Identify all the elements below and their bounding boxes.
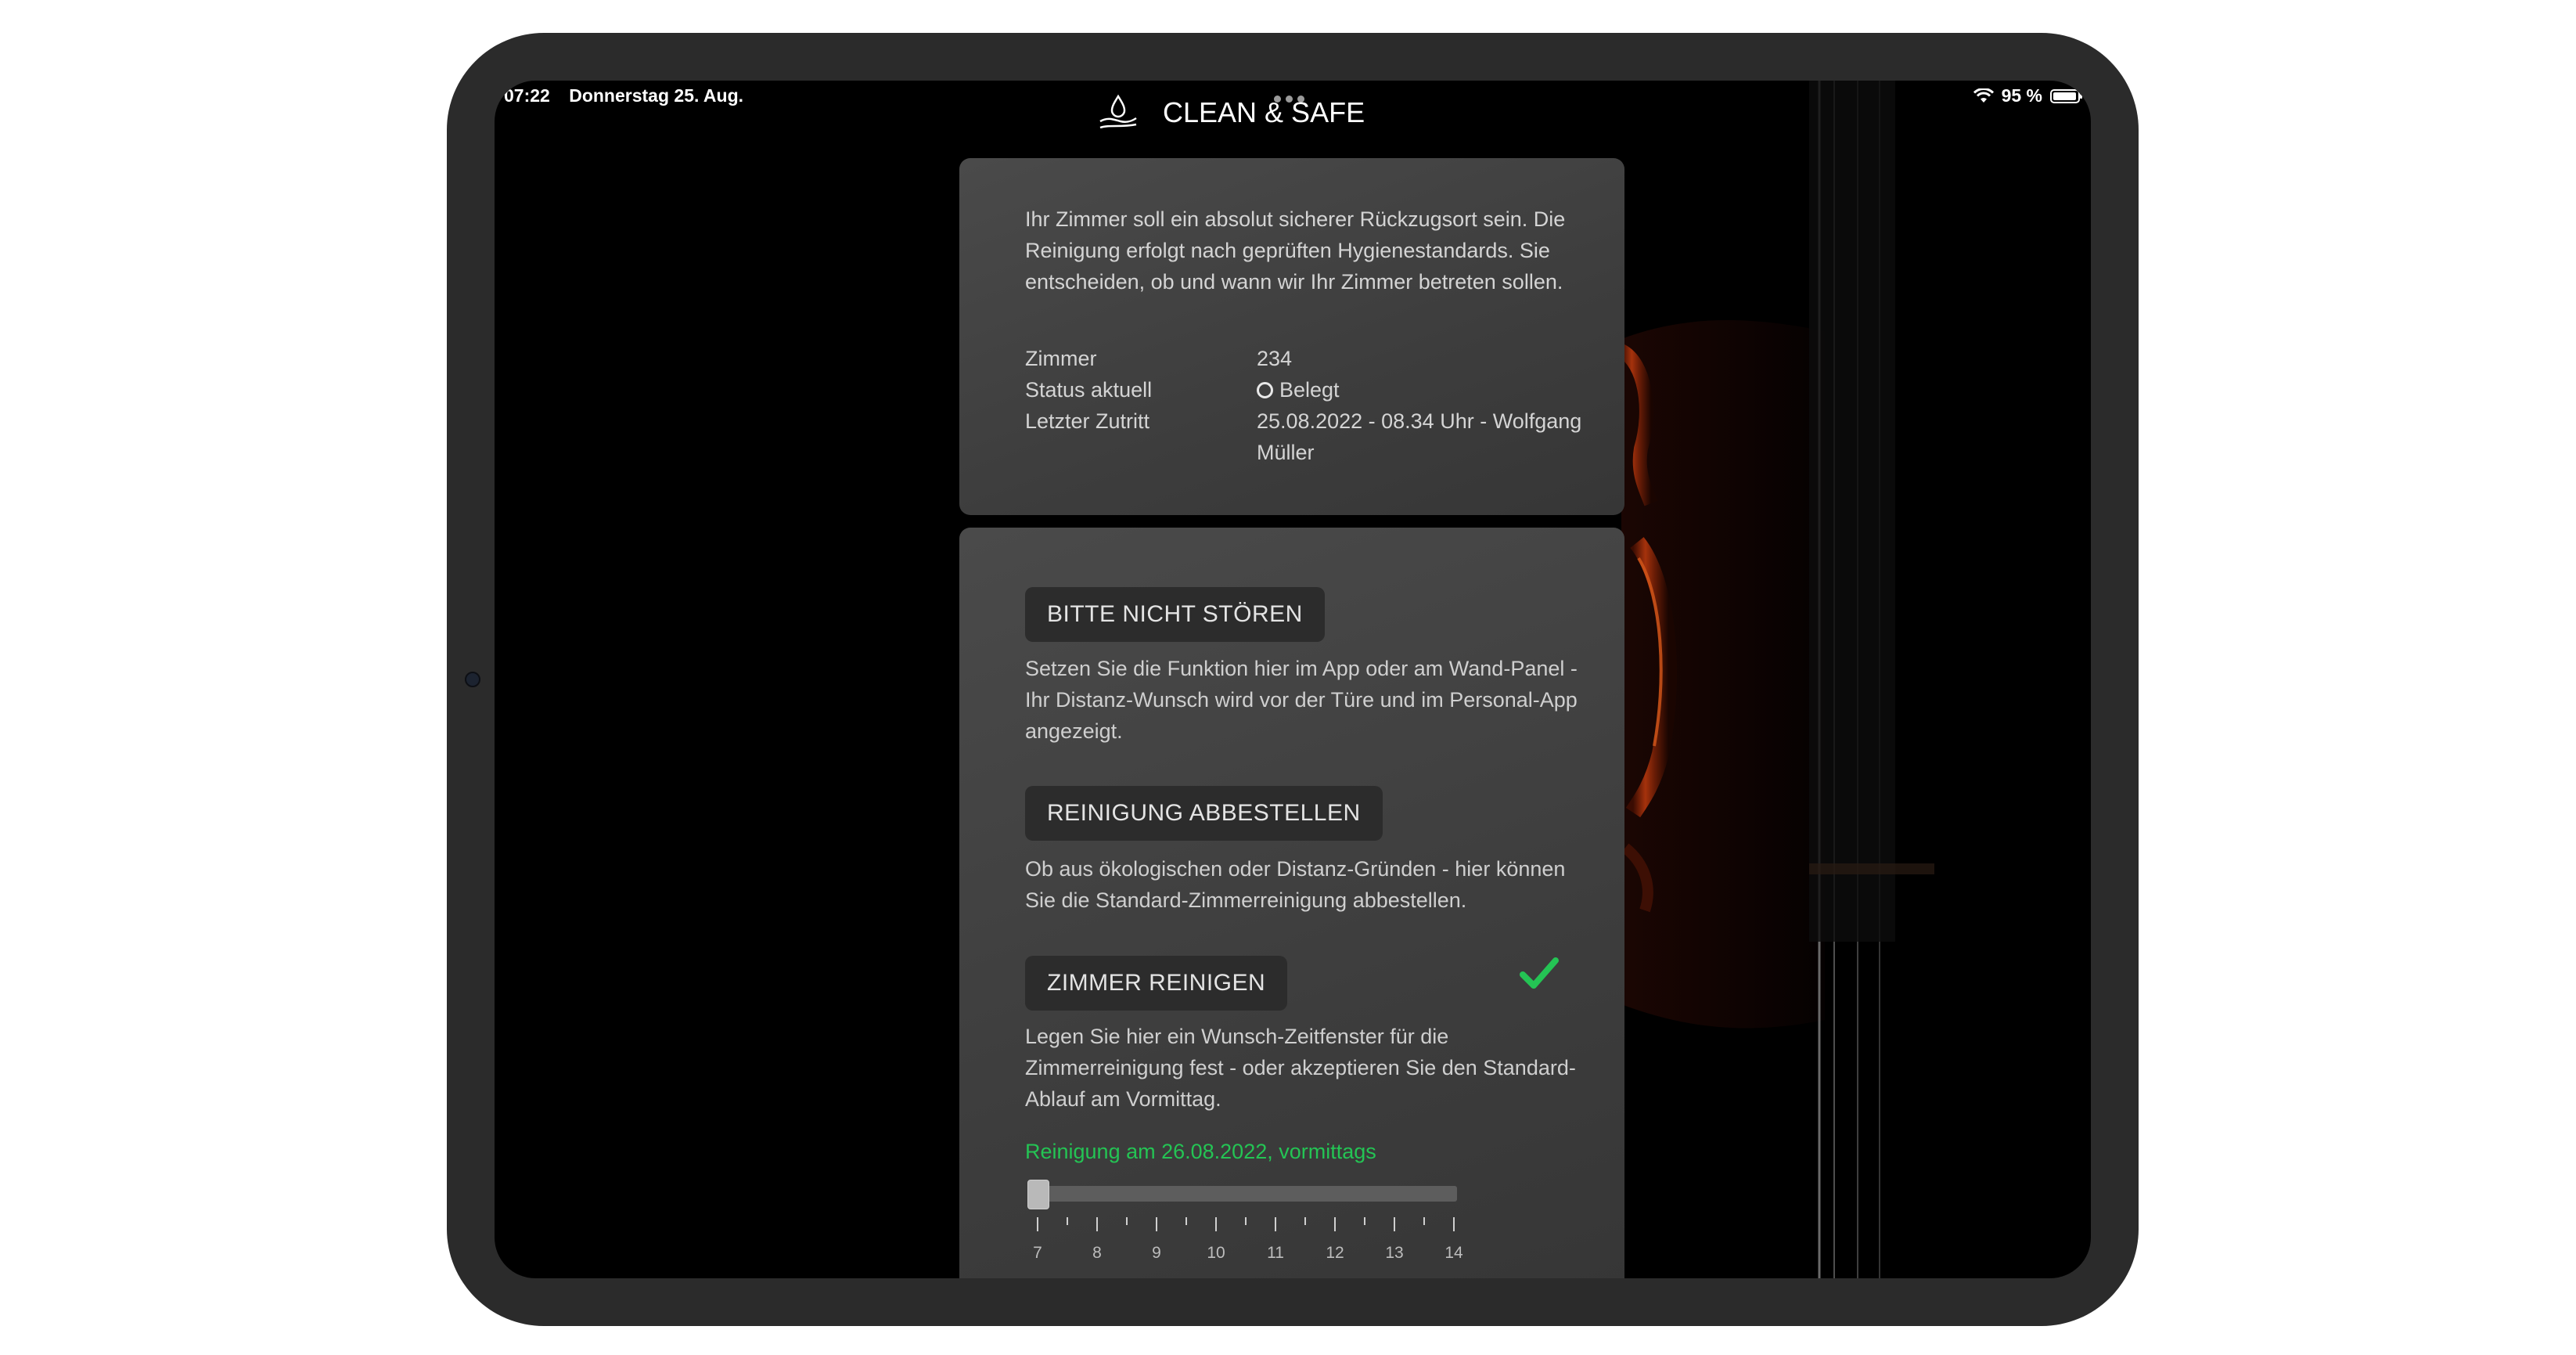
slider-tick-label: 13: [1385, 1244, 1404, 1262]
battery-icon: [2050, 88, 2082, 103]
status-ring-icon: [1257, 382, 1273, 398]
slider-tick-label: 9: [1152, 1244, 1161, 1262]
camera-icon: [465, 672, 480, 687]
battery-percentage: 95 %: [2001, 85, 2042, 106]
slider-tick: [1156, 1217, 1157, 1231]
slider-tick: [1245, 1217, 1247, 1225]
status-date: Donnerstag 25. Aug.: [569, 85, 744, 106]
slider-tick-label: 7: [1033, 1244, 1042, 1262]
last-access-row: Letzter Zutritt 25.08.2022 - 08.34 Uhr -…: [1025, 405, 1601, 468]
slider-tick-label: 12: [1326, 1244, 1344, 1262]
room-row: Zimmer 234: [1025, 343, 1601, 374]
status-label: Status aktuell: [1025, 378, 1153, 402]
app-header: CLEAN & SAFE: [1097, 93, 1365, 132]
slider-tick-label: 8: [1092, 1244, 1102, 1262]
actions-card: BITTE NICHT STÖREN Setzen Sie die Funkti…: [959, 528, 1624, 1278]
do-not-disturb-description: Setzen Sie die Funktion hier im App oder…: [1025, 657, 1578, 743]
status-value: Belegt: [1279, 378, 1340, 402]
cancel-cleaning-button[interactable]: REINIGUNG ABBESTELLEN: [1025, 786, 1383, 841]
slider-tick: [1096, 1217, 1098, 1231]
room-value: 234: [1257, 347, 1293, 370]
status-row: Status aktuell Belegt: [1025, 374, 1601, 405]
do-not-disturb-button[interactable]: BITTE NICHT STÖREN: [1025, 587, 1325, 642]
room-details: Zimmer 234 Status aktuell Belegt Letzter…: [1025, 343, 1601, 468]
slider-tick-label: 14: [1445, 1244, 1463, 1262]
time-slider[interactable]: 7 8 9 10 11 12 13 14: [1025, 1177, 1463, 1262]
cancel-cleaning-description: Ob aus ökologischen oder Distanz-Gründen…: [1025, 857, 1566, 912]
last-access-value: 25.08.2022 - 08.34 Uhr - Wolfgang Müller: [1257, 409, 1582, 464]
status-bar-right: 95 %: [1973, 85, 2082, 106]
cleaning-confirmation: Reinigung am 26.08.2022, vormittags: [1025, 1140, 1376, 1163]
drop-in-hand-icon: [1099, 94, 1137, 129]
slider-tick: [1394, 1217, 1395, 1231]
slider-tick: [1126, 1217, 1128, 1225]
slider-tick: [1453, 1217, 1455, 1231]
slider-tick-label: 11: [1267, 1244, 1284, 1262]
slider-thumb[interactable]: [1027, 1180, 1049, 1209]
room-label: Zimmer: [1025, 347, 1097, 370]
slider-tick: [1185, 1217, 1187, 1225]
slider-tick: [1067, 1217, 1068, 1225]
slider-tick: [1037, 1217, 1038, 1231]
clean-room-button[interactable]: ZIMMER REINIGEN: [1025, 956, 1288, 1011]
clean-room-description: Legen Sie hier ein Wunsch-Zeitfenster fü…: [1025, 1025, 1576, 1111]
checkmark-icon: [1520, 957, 1559, 989]
slider-tick-label: 10: [1207, 1244, 1225, 1262]
slider-tick: [1334, 1217, 1336, 1231]
slider-track[interactable]: [1033, 1186, 1457, 1202]
app-title: CLEAN & SAFE: [1163, 96, 1365, 128]
slider-tick: [1364, 1217, 1365, 1225]
app-screen: 07:22 Donnerstag 25. Aug. 95 % CLEAN & S…: [495, 81, 2091, 1278]
wifi-icon: [1973, 88, 1994, 103]
slider-tick: [1275, 1217, 1276, 1231]
slider-tick: [1304, 1217, 1306, 1225]
last-access-label: Letzter Zutritt: [1025, 409, 1150, 433]
room-info-card: Ihr Zimmer soll ein absolut sicherer Rüc…: [959, 158, 1624, 515]
status-bar-left: 07:22 Donnerstag 25. Aug.: [504, 85, 743, 106]
slider-tick: [1423, 1217, 1425, 1225]
slider-tick: [1215, 1217, 1217, 1231]
intro-text: Ihr Zimmer soll ein absolut sicherer Rüc…: [1025, 207, 1566, 294]
status-time: 07:22: [504, 85, 550, 106]
